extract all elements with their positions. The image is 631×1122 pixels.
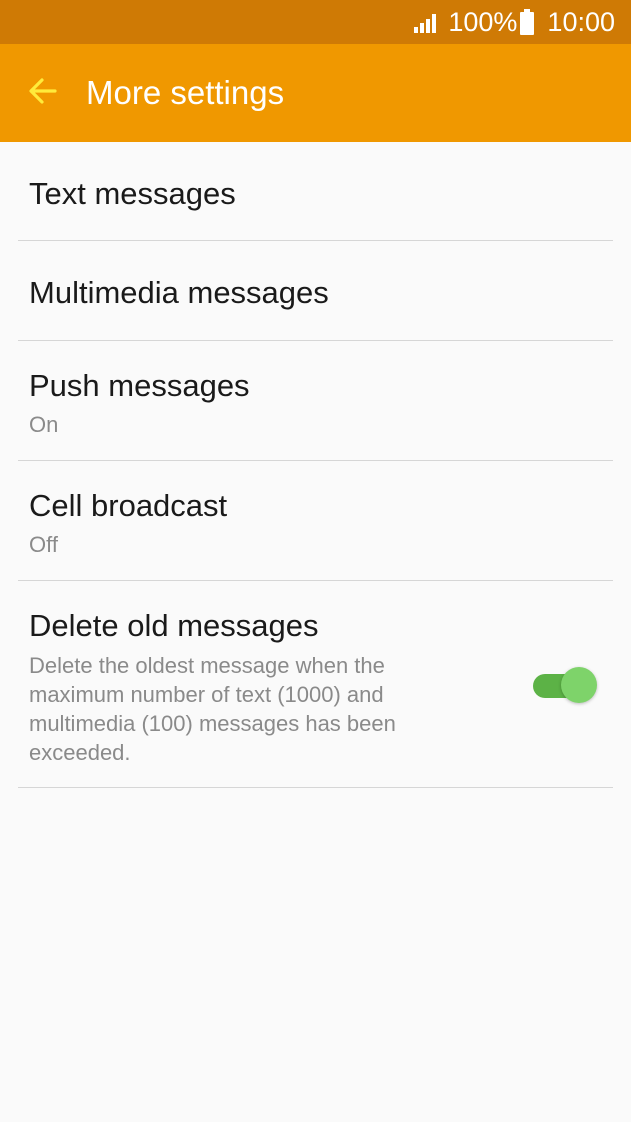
setting-title: Multimedia messages — [29, 275, 329, 310]
battery-icon — [519, 9, 535, 35]
setting-subtitle: Delete the oldest message when the maxim… — [29, 653, 396, 765]
battery-percent: 100% — [448, 6, 518, 37]
status-time: 10:00 — [547, 6, 615, 37]
toggle-knob — [561, 667, 597, 703]
setting-delete-old-messages[interactable]: Delete old messages Delete the oldest me… — [0, 581, 631, 788]
setting-title: Text messages — [29, 176, 236, 211]
status-bar: 100% 10:00 — [0, 0, 631, 44]
setting-title: Push messages — [29, 368, 250, 403]
settings-list: Text messages Multimedia messages Push m… — [0, 142, 631, 788]
setting-title: Cell broadcast — [29, 488, 228, 523]
divider — [18, 787, 613, 788]
back-button[interactable] — [8, 44, 78, 142]
setting-subtitle: Off — [29, 532, 58, 557]
setting-cell-broadcast[interactable]: Cell broadcast Off — [0, 461, 631, 581]
app-bar: More settings — [0, 44, 631, 142]
setting-push-messages[interactable]: Push messages On — [0, 341, 631, 461]
setting-text-messages[interactable]: Text messages — [0, 142, 631, 241]
setting-subtitle: On — [29, 412, 59, 437]
setting-title: Delete old messages — [29, 608, 319, 643]
delete-old-messages-toggle[interactable] — [533, 665, 599, 705]
page-title: More settings — [86, 74, 285, 111]
setting-multimedia-messages[interactable]: Multimedia messages — [0, 241, 631, 341]
arrow-left-icon — [27, 75, 59, 112]
signal-icon — [414, 11, 440, 33]
